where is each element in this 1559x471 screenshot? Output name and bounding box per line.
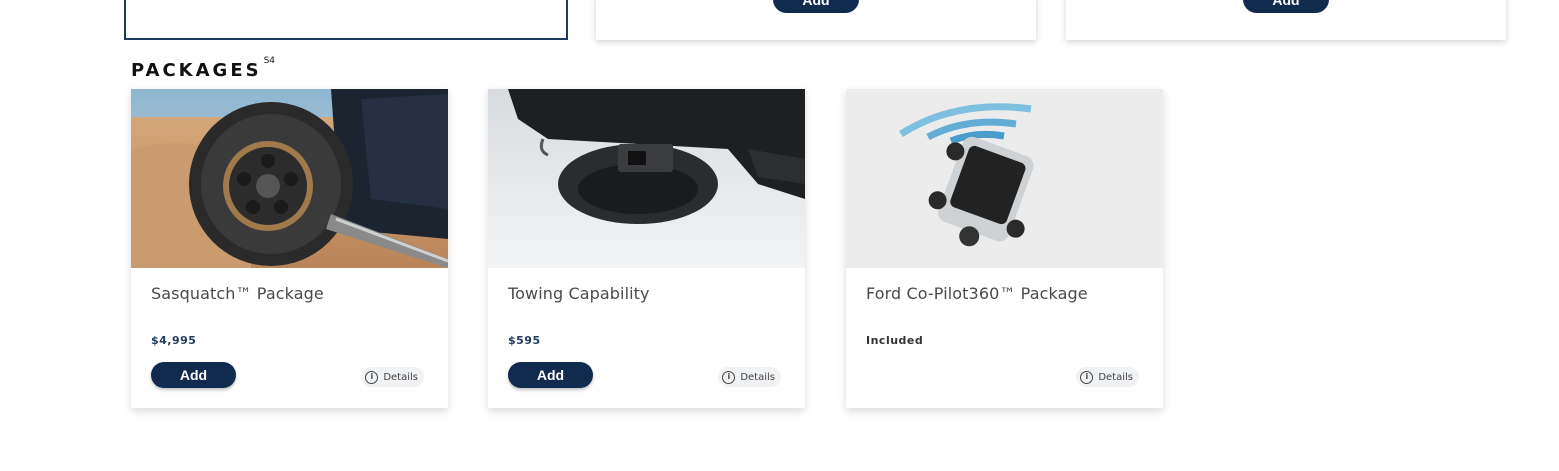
package-price: $595 [508,334,541,347]
package-card-copilot360: Ford Co-Pilot360™ Package Included i Det… [846,89,1163,408]
add-sasquatch-button[interactable]: Add [151,362,236,388]
add-button[interactable]: Add [1243,0,1329,13]
section-title: PACKAGES S4 [131,56,275,81]
previous-option-card: Add [1066,0,1506,40]
footnote-marker[interactable]: S4 [264,56,275,66]
add-towing-button[interactable]: Add [508,362,593,388]
info-icon: i [365,370,379,384]
package-card-sasquatch: Sasquatch™ Package $4,995 Add i Details [131,89,448,408]
info-icon: i [1080,370,1094,384]
section-title-text: PACKAGES [131,60,262,81]
package-title: Sasquatch™ Package [151,284,324,303]
details-button[interactable]: i Details [361,367,424,387]
tow-hitch-photo [488,89,805,268]
add-button[interactable]: Add [773,0,859,13]
package-included-label: Included [866,334,924,347]
package-price: $4,995 [151,334,197,347]
info-icon: i [722,370,736,384]
details-button[interactable]: i Details [718,367,781,387]
package-title: Ford Co-Pilot360™ Package [866,284,1088,303]
details-label: Details [740,371,775,383]
previous-option-card-selected[interactable] [124,0,568,40]
package-title: Towing Capability [508,284,650,303]
details-button[interactable]: i Details [1076,367,1139,387]
details-label: Details [383,371,418,383]
details-label: Details [1098,371,1133,383]
vehicle-sensor-photo [846,89,1163,268]
previous-option-card: Add [596,0,1036,40]
package-card-towing: Towing Capability $595 Add i Details [488,89,805,408]
tire-wheel-photo [131,89,448,268]
